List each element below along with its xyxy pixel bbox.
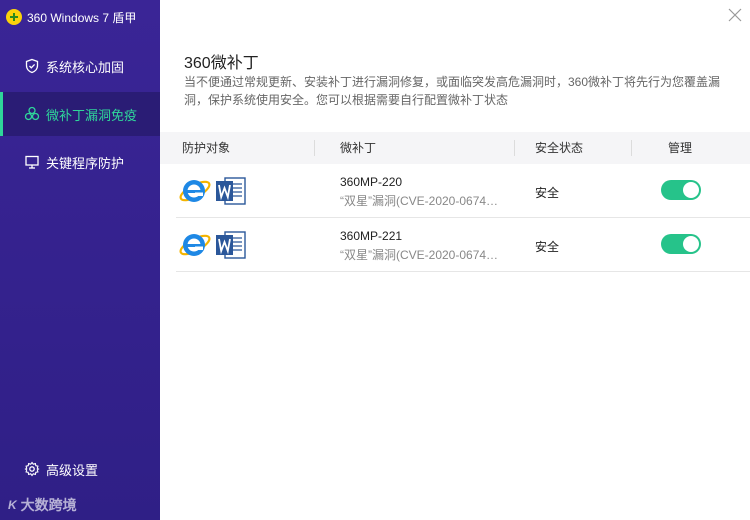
- toggle-knob: [683, 182, 699, 198]
- sidebar-item-label: 微补丁漏洞免疫: [46, 107, 138, 123]
- sidebar-item-advanced-settings[interactable]: 高级设置: [0, 447, 160, 491]
- target-icons: [178, 230, 247, 260]
- patch-id: 360MP-220: [340, 175, 403, 189]
- watermark-logo: K: [8, 498, 17, 512]
- patch-toggle[interactable]: [661, 180, 701, 200]
- toggle-knob: [683, 236, 699, 252]
- column-header-status: 安全状态: [535, 141, 584, 155]
- word-icon: [216, 177, 246, 205]
- patch-toggle[interactable]: [661, 234, 701, 254]
- ie-icon: [179, 234, 211, 256]
- patch-description: “双星”漏洞(CVE-2020-0674、CVE-2020-0968): [340, 248, 504, 262]
- patch-id: 360MP-221: [340, 229, 403, 243]
- sidebar-item-label: 系统核心加固: [46, 59, 125, 75]
- table-row: 360MP-220 “双星”漏洞(CVE-2020-0674、CVE-2020-…: [176, 164, 750, 218]
- app-title: 360 Windows 7 盾甲: [27, 10, 137, 25]
- word-icon: [216, 231, 246, 259]
- column-divider: [314, 140, 315, 156]
- watermark-text: 大数跨境: [20, 497, 77, 513]
- sidebar-item-core-hardening[interactable]: 系统核心加固: [0, 44, 160, 88]
- shield-icon: [24, 58, 40, 74]
- 360-logo-icon: [6, 9, 22, 25]
- target-icons: [178, 176, 247, 206]
- column-header-patch: 微补丁: [340, 141, 377, 155]
- column-divider: [631, 140, 632, 156]
- close-button[interactable]: [724, 4, 746, 26]
- molecule-icon: [24, 106, 40, 122]
- page-description: 当不便通过常规更新、安装补丁进行漏洞修复，或面临突发高危漏洞时，360微补丁将先…: [184, 75, 721, 107]
- close-icon: [728, 8, 742, 22]
- column-divider: [514, 140, 515, 156]
- app-title-bar: 360 Windows 7 盾甲: [6, 7, 136, 27]
- gear-icon: [24, 461, 40, 477]
- sidebar-item-label: 关键程序防护: [46, 155, 125, 171]
- watermark: K 大数跨境: [8, 495, 77, 515]
- sidebar-item-micropatch[interactable]: 微补丁漏洞免疫: [0, 92, 160, 136]
- table-header: 防护对象 微补丁 安全状态 管理: [160, 132, 750, 164]
- table-row: 360MP-221 “双星”漏洞(CVE-2020-0674、CVE-2020-…: [176, 218, 750, 272]
- security-status: 安全: [535, 186, 560, 200]
- security-status: 安全: [535, 240, 560, 254]
- column-header-target: 防护对象: [182, 141, 231, 155]
- column-header-manage: 管理: [668, 141, 693, 155]
- page-title: 360微补丁: [184, 55, 259, 72]
- sidebar-item-label: 高级设置: [46, 462, 99, 478]
- sidebar: 360 Windows 7 盾甲 系统核心加固 微补丁漏洞免疫 关键程序防护 高…: [0, 0, 160, 520]
- sidebar-item-key-program[interactable]: 关键程序防护: [0, 140, 160, 184]
- monitor-icon: [24, 154, 40, 170]
- ie-icon: [179, 180, 211, 202]
- patch-description: “双星”漏洞(CVE-2020-0674、CVE-2020-0968): [340, 194, 504, 208]
